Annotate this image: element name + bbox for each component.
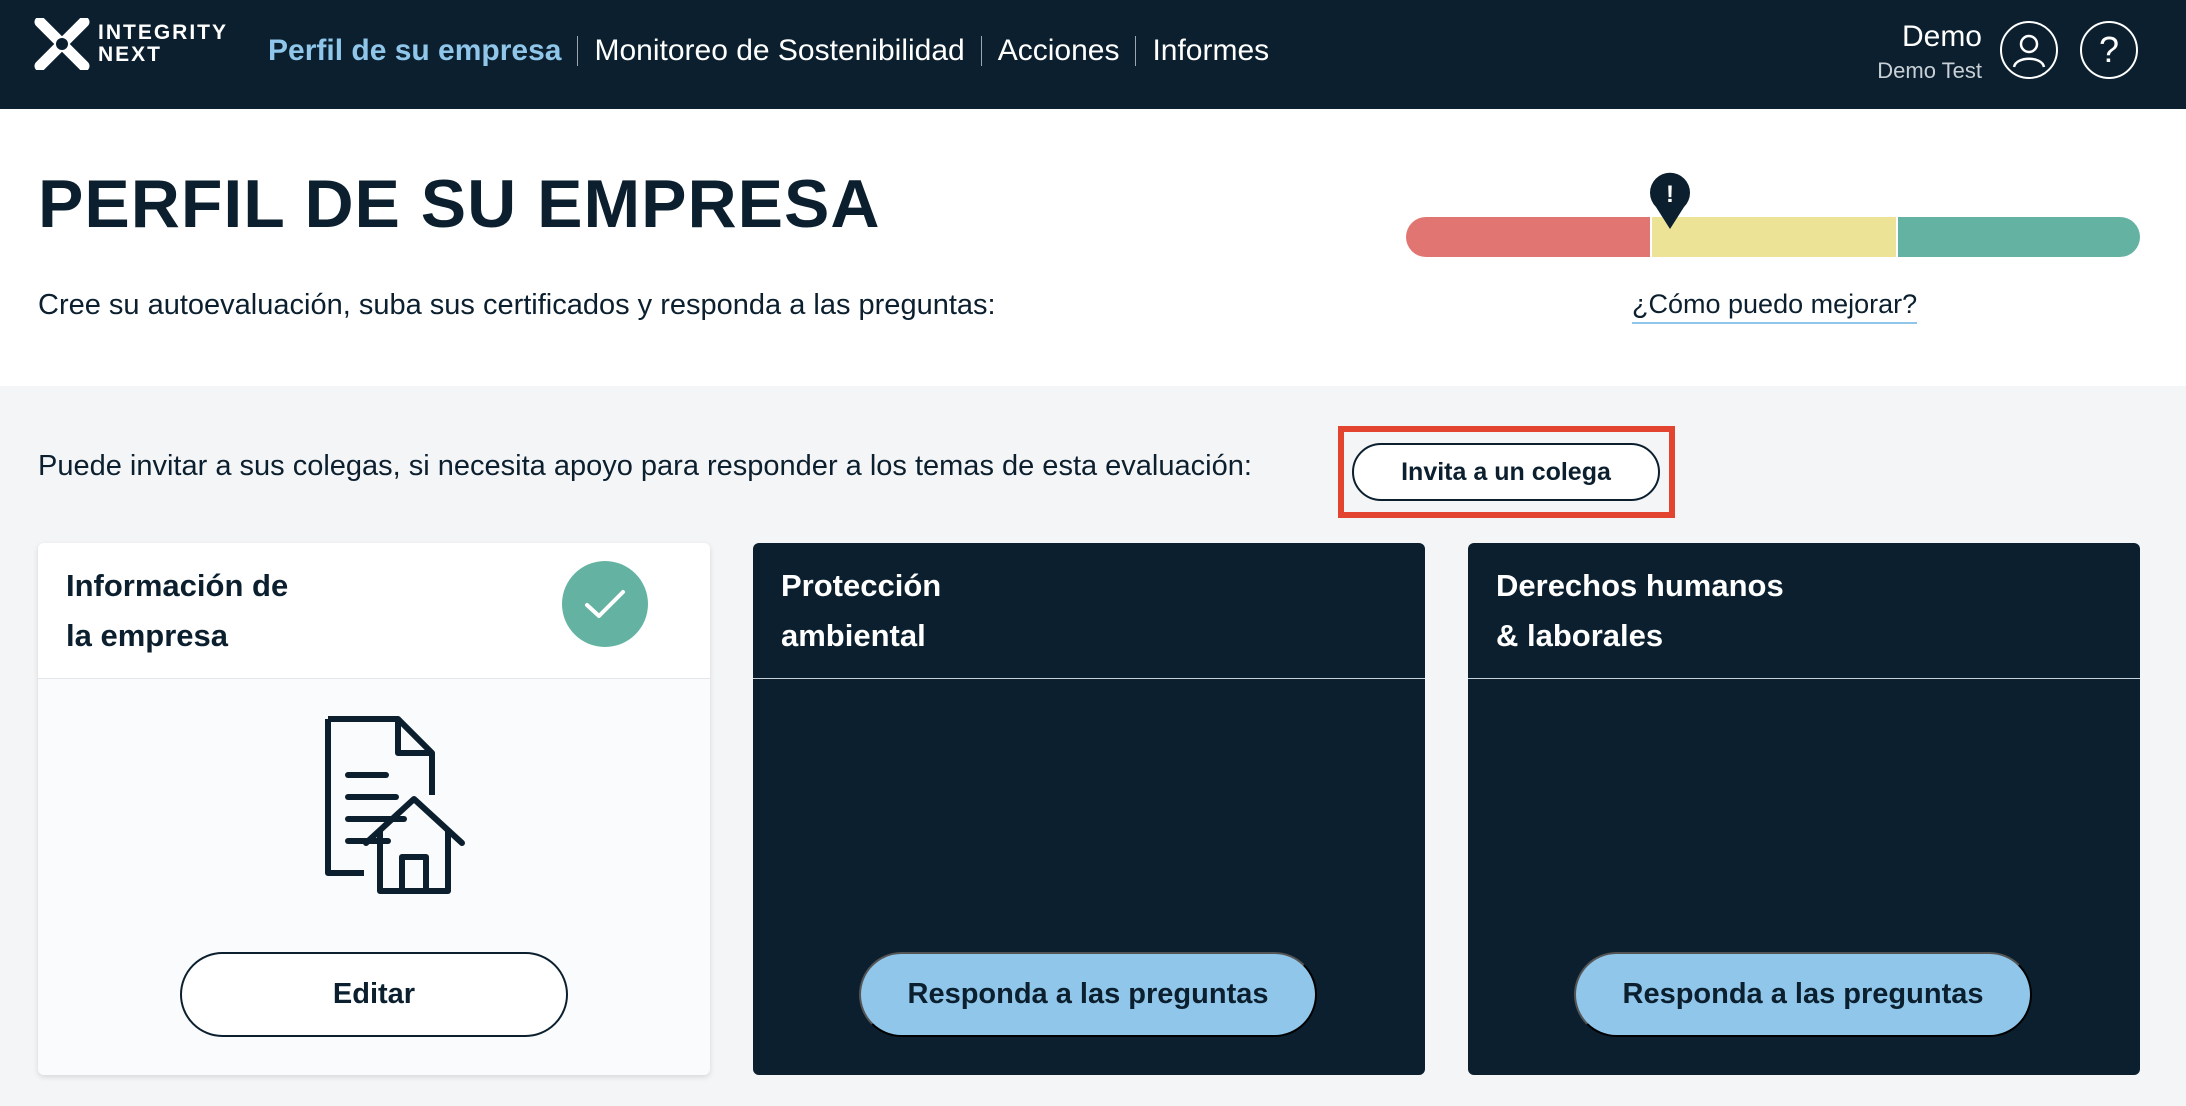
nav-perfil-empresa[interactable]: Perfil de su empresa	[268, 30, 577, 72]
integrity-next-logo[interactable]: INTEGRITY NEXT	[34, 18, 244, 72]
user-name: Demo	[1901, 20, 1982, 53]
card-title: Protección ambiental	[781, 568, 942, 653]
page-title: PERFIL DE SU EMPRESA	[38, 166, 881, 242]
card-title: Información de la empresa	[66, 568, 289, 653]
answer-questions-button[interactable]: Responda a las preguntas	[859, 952, 1317, 1037]
user-organization: Demo Test	[1877, 58, 1982, 83]
score-segment-green	[1898, 217, 2140, 257]
card-header: Derechos humanos & laborales	[1468, 543, 2140, 679]
user-icon	[2012, 34, 2046, 68]
invite-description: Puede invitar a sus colegas, si necesita…	[38, 450, 1252, 482]
document-house-icon	[325, 716, 465, 894]
card-human-labor-rights: Derechos humanos & laborales Responda a …	[1468, 543, 2140, 1075]
score-marker-icon: !	[1650, 172, 1690, 229]
logo-text: INTEGRITY NEXT	[98, 21, 229, 66]
nav-monitoreo-sostenibilidad[interactable]: Monitoreo de Sostenibilidad	[578, 30, 980, 72]
card-environmental-protection: Protección ambiental Responda a las preg…	[753, 543, 1425, 1075]
completed-check-icon	[562, 561, 648, 647]
card-header: Información de la empresa	[38, 543, 710, 679]
edit-button[interactable]: Editar	[180, 952, 568, 1037]
score-bar	[1406, 217, 2140, 257]
page-subtitle: Cree su autoevaluación, suba sus certifi…	[38, 289, 996, 321]
logo-x-icon	[34, 18, 90, 70]
main-nav: Perfil de su empresa Monitoreo de Sosten…	[268, 30, 1285, 72]
user-avatar-button[interactable]	[2000, 21, 2058, 79]
top-navbar: INTEGRITY NEXT Perfil de su empresa Moni…	[0, 0, 2186, 109]
svg-text:!: !	[1666, 181, 1674, 208]
nav-informes[interactable]: Informes	[1136, 30, 1285, 72]
user-info[interactable]: Demo Demo Test	[1877, 18, 1982, 86]
card-title: Derechos humanos & laborales	[1496, 568, 1784, 653]
page-header: PERFIL DE SU EMPRESA Cree su autoevaluac…	[0, 109, 2186, 386]
card-company-info: Información de la empresa Editar	[38, 543, 710, 1075]
answer-questions-button[interactable]: Responda a las preguntas	[1574, 952, 2032, 1037]
help-button[interactable]: ?	[2080, 21, 2138, 79]
card-header: Protección ambiental	[753, 543, 1425, 679]
invite-colleague-button[interactable]: Invita a un colega	[1352, 443, 1660, 501]
nav-acciones[interactable]: Acciones	[982, 30, 1136, 72]
score-segment-red	[1406, 217, 1650, 257]
question-mark-icon: ?	[2098, 29, 2120, 70]
how-to-improve-link[interactable]: ¿Cómo puedo mejorar?	[1632, 289, 1918, 324]
